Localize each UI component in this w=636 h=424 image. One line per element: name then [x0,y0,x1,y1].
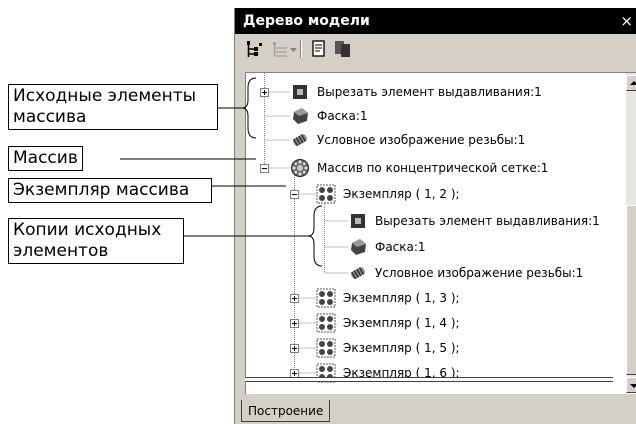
tree-item[interactable]: Условное изображение резьбы:1 [290,129,525,151]
concentric-array-icon [290,158,310,178]
tree-item-label: Условное изображение резьбы:1 [375,266,584,280]
model-tree-window: Дерево модели × Вырезать элемент выдавли… [234,8,636,424]
tab-strip: Построение [235,400,636,424]
tree-structure-icon[interactable] [245,38,265,60]
expand-toggle[interactable] [290,319,299,328]
scroll-up-button[interactable] [626,75,636,91]
tab-construction[interactable]: Построение [241,400,331,422]
tree-item-label: Экземпляр ( 1, 2 ); [343,187,460,201]
window-titlebar[interactable]: Дерево модели × [235,8,636,34]
chamfer-icon [290,106,310,126]
thread-icon [290,130,310,150]
tree-item-label: Экземпляр ( 1, 4 ); [343,316,460,330]
collapse-toggle[interactable] [260,164,269,173]
instance-icon [316,338,336,358]
extrude-cut-icon [348,211,368,231]
callout-source-elements: Исходные элементы массива [8,84,218,130]
instance-icon [316,288,336,308]
callout-copies: Копии исходных элементов [8,218,184,264]
arrow-down-icon [630,384,636,388]
toolbar-separator [300,40,302,58]
tree-item-label: Фаска:1 [317,109,368,123]
callout-text: Копии исходных [13,220,162,240]
document-icon[interactable] [309,38,329,60]
tree-item-label: Вырезать элемент выдавливания:1 [375,214,600,228]
extrude-cut-icon [290,82,310,102]
expand-toggle[interactable] [290,344,299,353]
expand-toggle[interactable] [290,294,299,303]
tree-item[interactable]: Условное изображение резьбы:1 [348,262,583,284]
scroll-down-button[interactable] [626,377,636,393]
chamfer-icon [348,237,368,257]
thread-icon [348,263,368,283]
tree-item-label: Условное изображение резьбы:1 [317,133,526,147]
scroll-thumb[interactable] [626,205,636,375]
tree-item-label: Вырезать элемент выдавливания:1 [317,85,542,99]
tree-item-label: Экземпляр ( 1, 5 ); [343,341,460,355]
tree-item[interactable]: Фаска:1 [290,105,368,127]
tree-filter-icon[interactable] [271,38,291,60]
callout-array: Массив [8,146,83,171]
callout-text: Массив [13,148,78,168]
callout-text: элементов [13,241,109,261]
tree-item[interactable]: Экземпляр ( 1, 3 ); [316,287,460,309]
instance-icon [316,313,336,333]
tree-item[interactable]: Экземпляр ( 1, 4 ); [316,312,460,334]
tree-item[interactable]: Фаска:1 [348,236,426,258]
expand-toggle[interactable] [260,88,269,97]
tree-item-label: Фаска:1 [375,240,426,254]
vertical-scrollbar[interactable] [626,73,636,393]
toolbar [235,34,636,64]
dropdown-arrow-icon[interactable] [289,38,299,60]
window-title: Дерево модели [243,13,370,29]
arrow-up-icon [630,81,636,85]
tree-item[interactable]: Экземпляр ( 1, 5 ); [316,337,460,359]
tree-item[interactable]: Экземпляр ( 1, 2 ); [316,183,460,205]
tree-item[interactable]: Вырезать элемент выдавливания:1 [348,210,600,232]
copy-pages-icon[interactable] [333,38,353,60]
model-tree[interactable]: Вырезать элемент выдавливания:1 Фаска:1 … [245,72,636,394]
collapse-toggle[interactable] [290,190,299,199]
callout-text: массива [13,107,87,127]
tree-item-label: Массив по концентрической сетке:1 [317,161,549,175]
callout-text: Экземпляр массива [13,180,190,200]
tree-item-label: Экземпляр ( 1, 3 ); [343,291,460,305]
instance-icon [316,184,336,204]
callout-array-instance: Экземпляр массива [8,178,212,203]
close-icon[interactable]: × [620,8,633,34]
tree-item[interactable]: Вырезать элемент выдавливания:1 [290,81,542,103]
horizontal-separator [245,377,613,382]
callout-text: Исходные элементы [13,86,197,106]
tree-item[interactable]: Массив по концентрической сетке:1 [290,157,548,179]
